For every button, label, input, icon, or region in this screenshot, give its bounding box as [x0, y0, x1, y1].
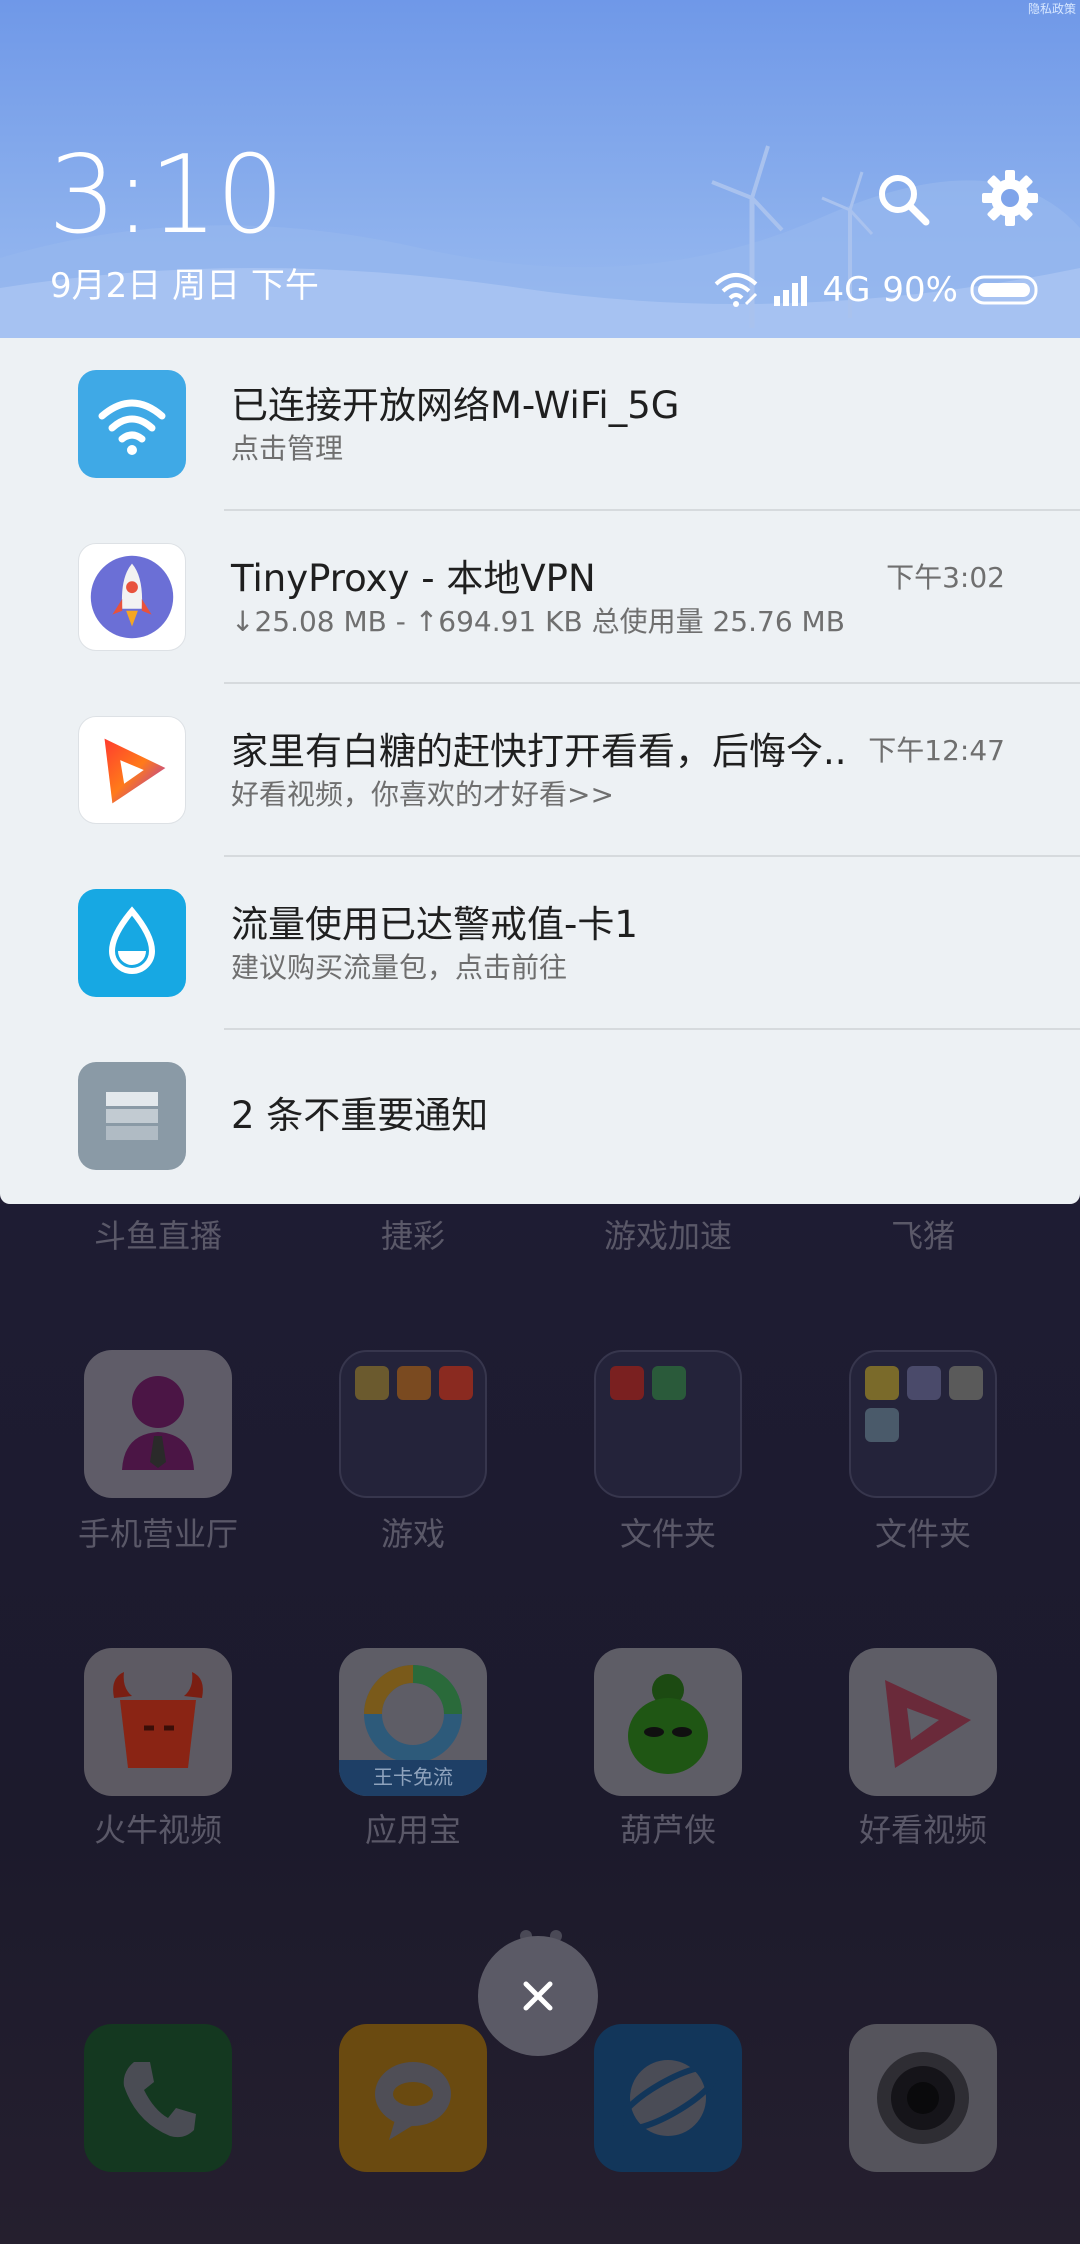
app-label: 文件夹	[619, 1515, 716, 1553]
notification-time: 下午3:02	[886, 561, 1005, 594]
notification-tinyproxy[interactable]: TinyProxy - 本地VPN ↓25.08 MB - ↑694.91 KB…	[0, 511, 1080, 684]
app-thumb-icon	[652, 1366, 686, 1400]
mobile-hall-app[interactable]	[84, 1350, 232, 1498]
data-usage-app-icon	[78, 889, 186, 997]
folder-1[interactable]	[594, 1350, 742, 1498]
network-type: 4G	[822, 270, 871, 310]
yingyongbao-app[interactable]: 王卡免流	[339, 1648, 487, 1796]
notification-data-usage[interactable]: 流量使用已达警戒值-卡1 建议购买流量包，点击前往	[0, 857, 1080, 1030]
app-label: 游戏加速	[603, 1217, 732, 1255]
notification-title: 家里有白糖的赶快打开看看，后悔今..	[231, 730, 847, 773]
free-data-badge: 王卡免流	[373, 1765, 453, 1789]
notification-shade-header: 隐私政策 3:10 9月2日 周日 下午 4G 90%	[0, 0, 1080, 338]
date-label[interactable]: 9月2日 周日 下午	[50, 266, 319, 306]
play-icon	[885, 1680, 971, 1768]
huluxia-app[interactable]	[594, 1648, 742, 1796]
haokan-video-app[interactable]	[849, 1648, 997, 1796]
play-icon	[104, 738, 166, 804]
battery-percent: 90%	[882, 270, 958, 310]
battery-icon	[970, 275, 1038, 305]
home-screen-dimmed: 斗鱼直播 捷彩 游戏加速 飞猪 手机营业厅 游戏 文件夹 文件夹 王卡免流 火牛…	[0, 1204, 1080, 2244]
notification-title: TinyProxy - 本地VPN	[231, 557, 596, 600]
notification-haokan[interactable]: 家里有白糖的赶快打开看看，后悔今.. 好看视频，你喜欢的才好看>> 下午12:4…	[0, 684, 1080, 857]
signal-icon	[774, 276, 808, 306]
camera-icon	[877, 2052, 969, 2144]
haokan-app-icon	[78, 716, 186, 824]
status-bar: 4G 90%	[712, 266, 1040, 314]
tinyproxy-app-icon	[78, 543, 186, 651]
app-thumb-icon	[865, 1366, 899, 1400]
notification-subtitle: 好看视频，你喜欢的才好看>>	[231, 778, 614, 811]
app-label: 火牛视频	[93, 1811, 222, 1849]
app-label: 飞猪	[890, 1217, 955, 1255]
notification-panel: 已连接开放网络M-WiFi_5G 点击管理 TinyProxy - 本地VPN …	[0, 338, 1080, 1204]
close-icon	[523, 1981, 553, 2011]
clear-notifications-button[interactable]	[478, 1936, 598, 2056]
notification-unimportant[interactable]: 2 条不重要通知	[0, 1030, 1080, 1203]
game-thumb-icon	[397, 1366, 431, 1400]
settings-button[interactable]	[980, 168, 1040, 228]
notification-subtitle: 建议购买流量包，点击前往	[231, 951, 568, 984]
notification-time: 下午12:47	[868, 734, 1005, 767]
browser-app[interactable]	[594, 2024, 742, 2172]
water-drop-icon	[108, 906, 156, 974]
rocket-icon	[90, 555, 174, 639]
notification-subtitle: ↓25.08 MB - ↑694.91 KB 总使用量 25.76 MB	[231, 605, 845, 638]
corner-text: 隐私政策	[1027, 2, 1076, 16]
app-label: 手机营业厅	[77, 1515, 238, 1553]
huoniu-video-app[interactable]	[84, 1648, 232, 1796]
bull-icon	[113, 1672, 203, 1768]
browser-icon	[615, 2060, 721, 2136]
unimportant-app-icon	[78, 1062, 186, 1170]
game-thumb-icon	[355, 1366, 389, 1400]
app-thumb-icon	[949, 1366, 983, 1400]
mobile-hall-icon	[122, 1376, 194, 1470]
app-label: 应用宝	[364, 1811, 461, 1849]
app-label: 斗鱼直播	[93, 1217, 222, 1255]
message-icon	[375, 2062, 451, 2140]
wifi-icon	[98, 399, 166, 455]
folder-2[interactable]	[849, 1350, 997, 1498]
notification-title: 流量使用已达警戒值-卡1	[231, 903, 638, 946]
stack-icon	[106, 1092, 158, 1140]
app-thumb-icon	[907, 1366, 941, 1400]
games-folder[interactable]	[339, 1350, 487, 1498]
notification-title: 已连接开放网络M-WiFi_5G	[231, 384, 680, 427]
notification-subtitle: 点击管理	[231, 432, 344, 465]
app-label: 文件夹	[874, 1515, 971, 1553]
notification-wifi[interactable]: 已连接开放网络M-WiFi_5G 点击管理	[0, 338, 1080, 511]
notification-title: 2 条不重要通知	[231, 1094, 489, 1137]
clock[interactable]: 3:10	[48, 142, 285, 250]
search-button[interactable]	[874, 170, 934, 230]
search-icon	[879, 175, 930, 226]
phone-icon	[123, 2062, 196, 2138]
wifi-status-icon	[715, 273, 758, 307]
app-label: 好看视频	[858, 1811, 987, 1849]
messages-app[interactable]	[339, 2024, 487, 2172]
app-thumb-icon	[865, 1408, 899, 1442]
gourd-icon	[628, 1674, 708, 1774]
app-thumb-icon	[610, 1366, 644, 1400]
app-label: 捷彩	[380, 1217, 445, 1255]
app-label: 游戏	[380, 1515, 445, 1553]
gear-icon	[982, 170, 1038, 226]
camera-app[interactable]	[849, 2024, 997, 2172]
app-label: 葫芦侠	[619, 1811, 716, 1849]
game-thumb-icon	[439, 1366, 473, 1400]
phone-app[interactable]	[84, 2024, 232, 2172]
wifi-app-icon	[78, 370, 186, 478]
